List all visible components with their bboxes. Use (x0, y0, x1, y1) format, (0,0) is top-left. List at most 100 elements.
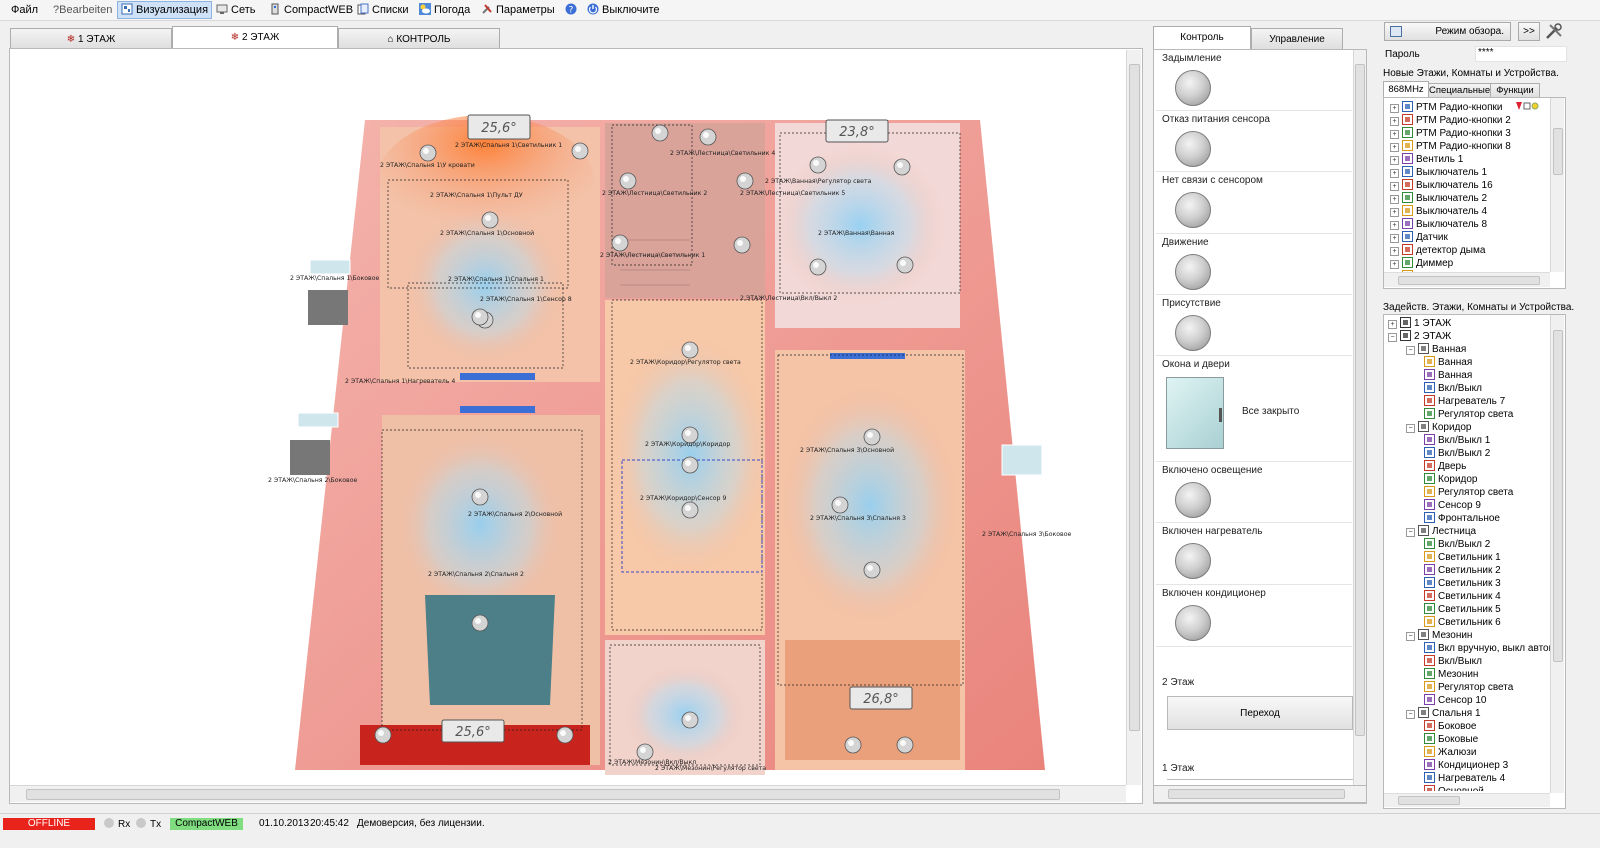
tree-room-item[interactable]: − Ванная (1406, 343, 1466, 356)
tree-device-item[interactable]: Вкл/Выкл 2 (1424, 447, 1490, 460)
used-devices-hscroll[interactable] (1384, 793, 1550, 807)
tree-device-item[interactable]: Жалюзи (1424, 746, 1476, 759)
tree-device-item[interactable]: Регулятор света (1424, 486, 1513, 499)
tree-room-item[interactable]: − Лестница (1406, 525, 1476, 538)
expand-icon[interactable]: + (1390, 182, 1399, 191)
expand-icon[interactable]: + (1390, 156, 1399, 165)
view-mode-button[interactable]: Режим обзора. (1384, 22, 1511, 41)
tree-device-item[interactable]: Фронтальное (1424, 512, 1500, 525)
tree-device-item[interactable]: Светильник 3 (1424, 577, 1501, 590)
collapse-icon[interactable]: − (1406, 528, 1415, 537)
new-devices-scrollbar[interactable] (1550, 98, 1564, 272)
expand-icon[interactable]: + (1390, 247, 1399, 256)
menu-edit[interactable]: ?Bearbeiten (50, 2, 115, 18)
scrollbar-thumb[interactable] (26, 789, 1060, 800)
expand-icon[interactable]: + (1390, 234, 1399, 243)
menu-exit[interactable]: Выключите (584, 2, 663, 18)
tree-floor-item[interactable]: − 2 ЭТАЖ (1388, 330, 1451, 343)
goto-floor-1-button-edge[interactable] (1167, 779, 1353, 784)
tree-device-item[interactable]: Ванная (1424, 356, 1472, 369)
expand-icon[interactable]: + (1390, 117, 1399, 126)
floorplan-canvas[interactable]: 25,6° 23,8° 25,6° 26,8° 2 ЭТАЖ\Спальня 1… (150, 55, 1126, 783)
menu-lists[interactable]: Списки (354, 2, 412, 18)
tree-device-item[interactable]: Боковое (1424, 720, 1477, 733)
tools-icon[interactable] (1544, 21, 1564, 41)
expand-icon[interactable]: + (1390, 143, 1399, 152)
scrollbar-thumb[interactable] (1398, 796, 1460, 805)
tree-device-item[interactable]: Мезонин (1424, 668, 1478, 681)
tree-device-item[interactable]: Сенсор 9 (1424, 499, 1481, 512)
expand-icon[interactable]: + (1390, 169, 1399, 178)
collapse-icon[interactable]: − (1388, 333, 1397, 342)
new-device-item[interactable]: + РТМ Радио-кнопки 8 (1390, 140, 1511, 153)
tree-device-item[interactable]: Регулятор света (1424, 681, 1513, 694)
menu-network[interactable]: Сеть (213, 2, 258, 18)
new-device-item[interactable]: + Выключатель 4 (1390, 205, 1487, 218)
expand-icon[interactable]: + (1390, 104, 1399, 113)
menu-settings[interactable]: Параметры (478, 2, 558, 18)
new-device-item[interactable]: + Выключатель 16 (1390, 179, 1493, 192)
scrollbar-thumb[interactable] (1168, 789, 1345, 799)
floorplan-horizontal-scrollbar[interactable] (10, 785, 1126, 802)
tree-floor-item[interactable]: +1 ЭТАЖ (1388, 317, 1451, 330)
tree-room-item[interactable]: − Спальня 1 (1406, 707, 1481, 720)
scrollbar-thumb[interactable] (1553, 330, 1563, 662)
expand-icon[interactable]: + (1388, 320, 1397, 329)
floorplan-vertical-scrollbar[interactable] (1126, 50, 1141, 785)
collapse-icon[interactable]: − (1406, 632, 1415, 641)
scrollbar-thumb[interactable] (1398, 276, 1540, 285)
tree-device-item[interactable]: Нагреватель 7 (1424, 395, 1505, 408)
new-device-item[interactable]: + Датчик (1390, 231, 1448, 244)
tree-device-item[interactable]: Сенсор 10 (1424, 694, 1486, 707)
new-device-item[interactable]: + Диммер (1390, 257, 1453, 270)
tree-device-item[interactable]: Ванная (1424, 369, 1472, 382)
tree-device-item[interactable]: Вкл/Выкл 1 (1424, 434, 1490, 447)
menu-help[interactable]: ? (562, 2, 583, 18)
scrollbar-thumb[interactable] (1553, 128, 1563, 175)
expand-icon[interactable]: + (1390, 130, 1399, 139)
new-device-item[interactable]: + РТМ Радио-кнопки 3 (1390, 127, 1511, 140)
tree-room-item[interactable]: − Мезонин (1406, 629, 1472, 642)
collapse-icon[interactable]: − (1406, 346, 1415, 355)
tree-device-item[interactable]: Регулятор света (1424, 408, 1513, 421)
control-panel-horizontal-scrollbar[interactable] (1153, 785, 1367, 803)
scrollbar-thumb[interactable] (1129, 64, 1140, 731)
tree-device-item[interactable]: Нагреватель 4 (1424, 772, 1505, 785)
expand-icon[interactable]: + (1390, 195, 1399, 204)
expand-icon[interactable]: + (1390, 208, 1399, 217)
tree-device-item[interactable]: Боковые (1424, 733, 1478, 746)
tree-room-item[interactable]: − Коридор (1406, 421, 1472, 434)
new-device-item[interactable]: + РТМ Радио-кнопки (1390, 101, 1502, 114)
tree-device-item[interactable]: Дверь (1424, 460, 1466, 473)
password-field[interactable]: **** (1475, 46, 1567, 62)
tree-device-item[interactable]: Светильник 2 (1424, 564, 1501, 577)
tree-device-item[interactable]: Светильник 1 (1424, 551, 1501, 564)
new-device-item[interactable]: + Вентиль 1 (1390, 153, 1463, 166)
used-devices-scrollbar[interactable] (1550, 315, 1564, 793)
tree-device-item[interactable]: Светильник 4 (1424, 590, 1501, 603)
tree-device-item[interactable]: Светильник 6 (1424, 616, 1501, 629)
scrollbar-thumb[interactable] (1355, 64, 1365, 736)
new-device-item[interactable]: + Выключатель 8 (1390, 218, 1487, 231)
tree-device-item[interactable]: Кондиционер 3 (1424, 759, 1508, 772)
tree-device-item[interactable]: Коридор (1424, 473, 1478, 486)
collapse-icon[interactable]: − (1406, 710, 1415, 719)
new-devices-tree[interactable]: + РТМ Радио-кнопки + РТМ Радио-кнопки 2 + РТМ… (1383, 97, 1566, 289)
menu-visualization[interactable]: Визуализация (117, 1, 213, 19)
tree-device-item[interactable]: Вкл/Выкл (1424, 655, 1482, 668)
new-device-item[interactable]: + Выключатель 2 (1390, 192, 1487, 205)
tree-device-item[interactable]: Вкл/Выкл (1424, 382, 1482, 395)
collapse-icon[interactable]: − (1406, 424, 1415, 433)
tree-device-item[interactable]: Вкл/Выкл 2 (1424, 538, 1490, 551)
tree-device-item[interactable]: Светильник 5 (1424, 603, 1501, 616)
forward-button[interactable]: >> (1518, 22, 1540, 41)
tree-device-item[interactable]: Вкл вручную, выкл автом (1424, 642, 1551, 655)
menu-compactweb[interactable]: CompactWEB (266, 2, 356, 18)
expand-icon[interactable]: + (1390, 260, 1399, 269)
new-device-item[interactable]: + Выключатель 1 (1390, 166, 1487, 179)
used-devices-tree[interactable]: +1 ЭТАЖ − 2 ЭТАЖ − Ванная Ванная Ванная Вкл/Вык… (1383, 314, 1566, 809)
control-panel-scrollbar[interactable] (1353, 50, 1366, 785)
new-device-item[interactable]: + детектор дыма (1390, 244, 1485, 257)
new-device-item[interactable]: + РТМ Радио-кнопки 2 (1390, 114, 1511, 127)
new-devices-hscroll[interactable] (1384, 272, 1550, 287)
